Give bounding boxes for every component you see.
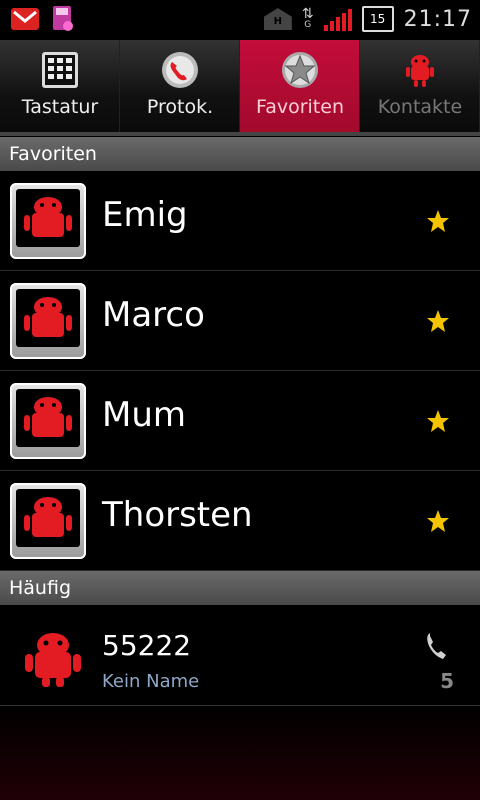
empty-list-area — [0, 706, 480, 800]
tab-call-log-label: Protok. — [146, 96, 214, 118]
favorite-star-icon[interactable] — [426, 409, 450, 433]
android-avatar-icon — [24, 197, 72, 237]
dialer-tab-bar: Tastatur Protok. Favoriten Kontakte — [0, 40, 480, 136]
tab-keypad-label: Tastatur — [21, 96, 99, 118]
phone-log-icon — [162, 52, 198, 88]
tab-contacts-label: Kontakte — [377, 96, 463, 118]
phone-number: 55222 — [102, 629, 192, 662]
contact-avatar — [10, 383, 86, 459]
status-bar: H ⇅ G 15 21:17 — [0, 0, 480, 40]
android-contact-icon — [406, 55, 434, 87]
call-count-badge: 5 — [440, 669, 454, 693]
favorite-star-icon[interactable] — [426, 309, 450, 333]
contact-subtitle: Kein Name — [102, 671, 200, 692]
favorite-row[interactable]: Thorsten — [0, 471, 480, 571]
sd-card-icon — [53, 6, 73, 31]
contact-avatar — [10, 483, 86, 559]
signal-strength-icon — [323, 7, 352, 31]
frequent-contact-row[interactable]: 55222 Kein Name 5 — [0, 605, 480, 706]
tab-favorites-label: Favoriten — [256, 96, 344, 118]
android-avatar-icon — [24, 397, 72, 437]
data-activity-icon: ⇅ G — [301, 6, 314, 30]
clock: 21:17 — [403, 6, 472, 32]
android-avatar-icon — [24, 497, 72, 537]
gmail-icon — [11, 8, 39, 30]
star-icon — [282, 52, 318, 88]
tab-keypad[interactable]: Tastatur — [0, 40, 120, 132]
contact-avatar — [10, 183, 86, 259]
contact-name: Marco — [102, 295, 205, 335]
favorite-row[interactable]: Mum — [0, 371, 480, 471]
hspa-indicator-icon: H — [263, 8, 292, 30]
frequent-section-header: Häufig — [0, 571, 480, 605]
android-avatar-icon — [25, 633, 81, 687]
keypad-icon — [42, 52, 78, 88]
tab-favorites[interactable]: Favoriten — [240, 40, 360, 132]
favorite-star-icon[interactable] — [426, 209, 450, 233]
favorite-row[interactable]: Emig — [0, 171, 480, 271]
call-icon[interactable] — [424, 631, 450, 661]
battery-icon: 15 — [361, 6, 394, 32]
android-avatar-icon — [24, 297, 72, 337]
tab-call-log[interactable]: Protok. — [120, 40, 240, 132]
favorites-section-header: Favoriten — [0, 137, 480, 171]
favorite-star-icon[interactable] — [426, 509, 450, 533]
contact-name: Thorsten — [102, 495, 253, 535]
contact-avatar — [10, 283, 86, 359]
tab-contacts[interactable]: Kontakte — [360, 40, 480, 132]
favorite-row[interactable]: Marco — [0, 271, 480, 371]
contact-name: Emig — [102, 195, 188, 235]
contact-name: Mum — [102, 395, 187, 435]
